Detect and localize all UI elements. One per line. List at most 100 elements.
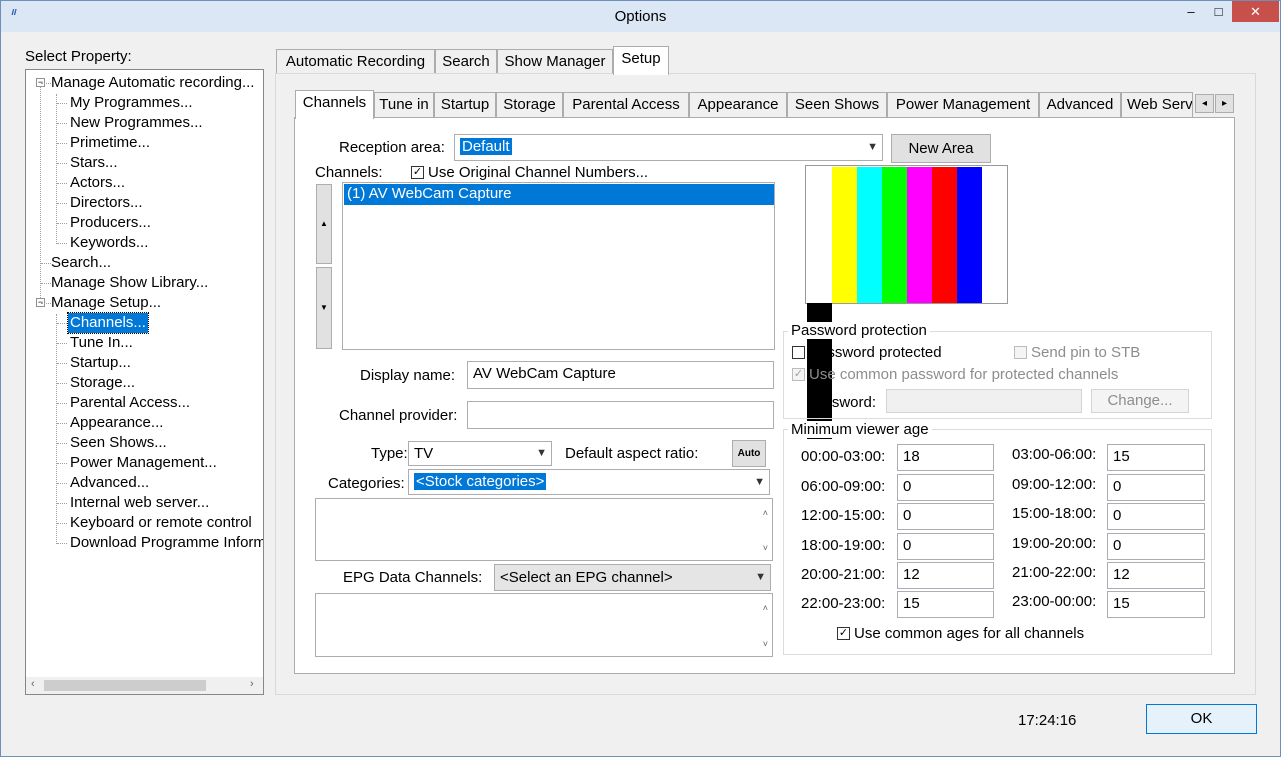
tree-keywords[interactable]: Keywords...: [70, 233, 148, 253]
tab-tune-in[interactable]: Tune in: [374, 92, 434, 118]
age-slot-field[interactable]: 0: [1107, 533, 1205, 560]
tree-my-programmes[interactable]: My Programmes...: [70, 93, 193, 113]
password-field[interactable]: [886, 389, 1082, 413]
epg-select[interactable]: <Select an EPG channel> ▼: [494, 564, 771, 591]
scroll-thumb[interactable]: [44, 680, 206, 691]
tree-parental-access[interactable]: Parental Access...: [70, 393, 190, 413]
tree-tune-in[interactable]: Tune In...: [70, 333, 133, 353]
send-pin-checkbox[interactable]: [1014, 346, 1027, 359]
categories-select[interactable]: <Stock categories> ▼: [408, 469, 770, 495]
categories-list[interactable]: ˄ ˅: [315, 498, 773, 561]
tab-seen-shows[interactable]: Seen Shows: [787, 92, 887, 118]
close-button[interactable]: ✕: [1232, 1, 1279, 22]
password-protected-checkbox[interactable]: [792, 346, 805, 359]
select-property-label: Select Property:: [25, 48, 132, 65]
color-bar: [807, 167, 832, 303]
age-slot-field[interactable]: 0: [897, 533, 994, 560]
property-tree[interactable]: − − ‹ › Manage Automatic recording... My …: [25, 69, 264, 695]
tree-manage-automatic-recording[interactable]: Manage Automatic recording...: [51, 73, 254, 93]
age-slot-field[interactable]: 18: [897, 444, 994, 471]
scroll-right-icon[interactable]: ›: [250, 678, 254, 690]
age-slot-label: 20:00-21:00:: [801, 566, 886, 583]
tree-keyboard-remote[interactable]: Keyboard or remote control: [70, 513, 252, 533]
tab-search[interactable]: Search: [435, 49, 497, 75]
tree-actors[interactable]: Actors...: [70, 173, 125, 193]
tree-download-programme-info[interactable]: Download Programme Inform: [70, 533, 263, 553]
tree-appearance[interactable]: Appearance...: [70, 413, 163, 433]
age-slot-field[interactable]: 12: [1107, 562, 1205, 589]
tree-storage[interactable]: Storage...: [70, 373, 135, 393]
age-slot-field[interactable]: 0: [1107, 474, 1205, 501]
age-slot-field[interactable]: 12: [897, 562, 994, 589]
tree-seen-shows[interactable]: Seen Shows...: [70, 433, 167, 453]
tab-channels[interactable]: Channels: [295, 90, 374, 119]
tab-scroll-right-icon[interactable]: ▸: [1215, 94, 1234, 113]
tab-appearance[interactable]: Appearance: [689, 92, 787, 118]
use-original-checkbox[interactable]: ✓: [411, 166, 424, 179]
scroll-up-icon[interactable]: ˄: [763, 596, 768, 620]
age-slot-field[interactable]: 15: [897, 591, 994, 618]
type-select[interactable]: TV ▼: [408, 441, 552, 466]
title-bar: ⁱⁱ Options ‒ □ ✕: [1, 1, 1280, 32]
tab-startup[interactable]: Startup: [434, 92, 496, 118]
age-slot-field[interactable]: 15: [1107, 444, 1205, 471]
move-up-button[interactable]: ▲: [316, 184, 332, 264]
age-slot-label: 09:00-12:00:: [1012, 476, 1097, 493]
tab-storage[interactable]: Storage: [496, 92, 563, 118]
age-slot-field[interactable]: 0: [897, 474, 994, 501]
tab-show-manager[interactable]: Show Manager: [497, 49, 613, 75]
tree-power-management[interactable]: Power Management...: [70, 453, 217, 473]
tree-hscrollbar[interactable]: ‹ ›: [26, 677, 263, 694]
new-area-button[interactable]: New Area: [891, 134, 991, 163]
send-pin-label: Send pin to STB: [1031, 344, 1141, 361]
age-slot-field[interactable]: 0: [897, 503, 994, 530]
age-slot-field[interactable]: 15: [1107, 591, 1205, 618]
age-slot-field[interactable]: 0: [1107, 503, 1205, 530]
tab-web-server[interactable]: Web Server: [1121, 92, 1193, 118]
arrow-down-icon: ▼: [320, 303, 328, 312]
age-slot-label: 00:00-03:00:: [801, 448, 886, 465]
tree-manage-setup[interactable]: Manage Setup...: [51, 293, 161, 313]
tree-advanced[interactable]: Advanced...: [70, 473, 149, 493]
type-label: Type:: [371, 445, 408, 462]
channel-listbox[interactable]: (1) AV WebCam Capture: [342, 182, 775, 350]
tree-directors[interactable]: Directors...: [70, 193, 143, 213]
tree-primetime[interactable]: Primetime...: [70, 133, 150, 153]
tab-automatic-recording[interactable]: Automatic Recording: [276, 49, 435, 75]
age-slot-label: 19:00-20:00:: [1012, 535, 1097, 552]
tree-channels[interactable]: Channels...: [67, 312, 149, 334]
ok-button[interactable]: OK: [1146, 704, 1257, 734]
scroll-down-icon[interactable]: ˅: [763, 632, 768, 656]
common-ages-checkbox[interactable]: ✓: [837, 627, 850, 640]
use-common-password-checkbox[interactable]: ✓: [792, 368, 805, 381]
password-protected-label: Password protected: [809, 344, 942, 361]
tree-startup[interactable]: Startup...: [70, 353, 131, 373]
tab-power-management[interactable]: Power Management: [887, 92, 1039, 118]
epg-label: EPG Data Channels:: [343, 569, 483, 586]
tree-producers[interactable]: Producers...: [70, 213, 151, 233]
list-item[interactable]: (1) AV WebCam Capture: [344, 184, 774, 205]
tree-stars[interactable]: Stars...: [70, 153, 118, 173]
reception-area-select[interactable]: Default ▼: [454, 134, 883, 161]
tab-advanced[interactable]: Advanced: [1039, 92, 1121, 118]
tree-search[interactable]: Search...: [51, 253, 111, 273]
scroll-left-icon[interactable]: ‹: [31, 678, 35, 690]
reception-area-value: Default: [460, 138, 512, 155]
tab-parental-access[interactable]: Parental Access: [563, 92, 689, 118]
tree-internal-web-server[interactable]: Internal web server...: [70, 493, 209, 513]
tree-new-programmes[interactable]: New Programmes...: [70, 113, 203, 133]
minimize-button[interactable]: ‒: [1177, 1, 1205, 23]
channel-provider-field[interactable]: [467, 401, 774, 429]
tab-scroll-left-icon[interactable]: ◂: [1195, 94, 1214, 113]
scroll-down-icon[interactable]: ˅: [763, 536, 768, 560]
epg-list[interactable]: ˄ ˅: [315, 593, 773, 657]
tree-manage-show-library[interactable]: Manage Show Library...: [51, 273, 208, 293]
tab-setup[interactable]: Setup: [613, 46, 669, 75]
display-name-field[interactable]: AV WebCam Capture: [467, 361, 774, 389]
maximize-button[interactable]: □: [1205, 1, 1232, 23]
change-password-button[interactable]: Change...: [1091, 389, 1189, 413]
move-down-button[interactable]: ▼: [316, 267, 332, 349]
scroll-up-icon[interactable]: ˄: [763, 501, 768, 525]
aspect-ratio-button[interactable]: Auto: [732, 440, 766, 467]
options-window: ⁱⁱ Options ‒ □ ✕ Select Property: − − ‹ …: [0, 0, 1281, 757]
